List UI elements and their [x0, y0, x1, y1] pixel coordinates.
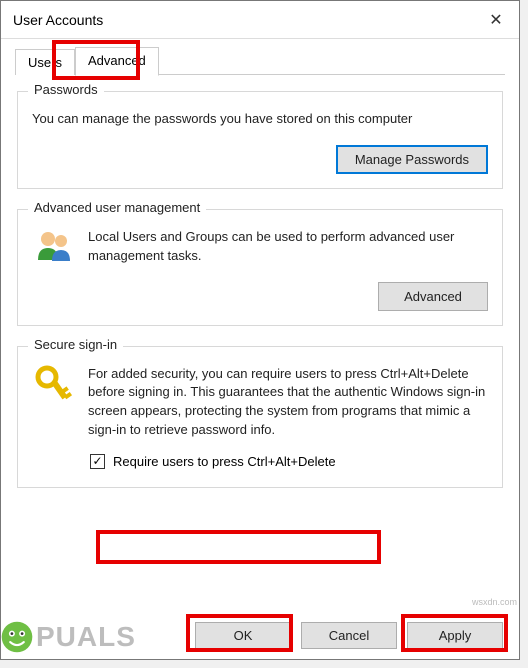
tab-users-label: Users — [28, 55, 62, 70]
require-cad-checkbox[interactable]: ✓ — [90, 454, 105, 469]
apply-button[interactable]: Apply — [407, 622, 503, 649]
close-button[interactable]: ✕ — [473, 2, 519, 38]
titlebar: User Accounts ✕ — [1, 1, 519, 39]
aum-description: Local Users and Groups can be used to pe… — [88, 228, 488, 266]
require-cad-row[interactable]: ✓ Require users to press Ctrl+Alt+Delete — [88, 450, 488, 473]
watermark-site: wsxdn.com — [472, 597, 517, 607]
advanced-button[interactable]: Advanced — [378, 282, 488, 311]
appuals-logo-icon — [0, 620, 34, 654]
tab-users[interactable]: Users — [15, 49, 75, 75]
highlight-require-cad — [96, 530, 381, 564]
brand-watermark: PUALS — [0, 620, 136, 654]
tab-advanced[interactable]: Advanced — [75, 47, 159, 76]
ok-button[interactable]: OK — [195, 622, 291, 649]
check-icon: ✓ — [92, 455, 102, 467]
group-passwords: Passwords You can manage the passwords y… — [17, 91, 503, 189]
group-advanced-user-management: Advanced user management Local Users and… — [17, 209, 503, 326]
secure-description: For added security, you can require user… — [88, 365, 488, 440]
group-passwords-title: Passwords — [28, 82, 104, 97]
group-secure-signin: Secure sign-in For added security, you c… — [17, 346, 503, 488]
window-title: User Accounts — [13, 12, 103, 28]
user-accounts-window: User Accounts ✕ Users Advanced Passwords… — [0, 0, 520, 660]
tab-content: Passwords You can manage the passwords y… — [1, 75, 519, 504]
tab-advanced-label: Advanced — [88, 53, 146, 68]
close-icon: ✕ — [489, 10, 502, 30]
users-icon — [32, 228, 76, 276]
dialog-footer: OK Cancel Apply — [195, 622, 503, 649]
group-aum-title: Advanced user management — [28, 200, 206, 215]
group-secure-title: Secure sign-in — [28, 337, 123, 352]
passwords-description: You can manage the passwords you have st… — [32, 110, 488, 129]
cancel-button[interactable]: Cancel — [301, 622, 397, 649]
key-icon — [32, 365, 76, 473]
manage-passwords-button[interactable]: Manage Passwords — [336, 145, 488, 174]
tab-strip: Users Advanced — [1, 39, 519, 75]
require-cad-label: Require users to press Ctrl+Alt+Delete — [113, 454, 336, 469]
